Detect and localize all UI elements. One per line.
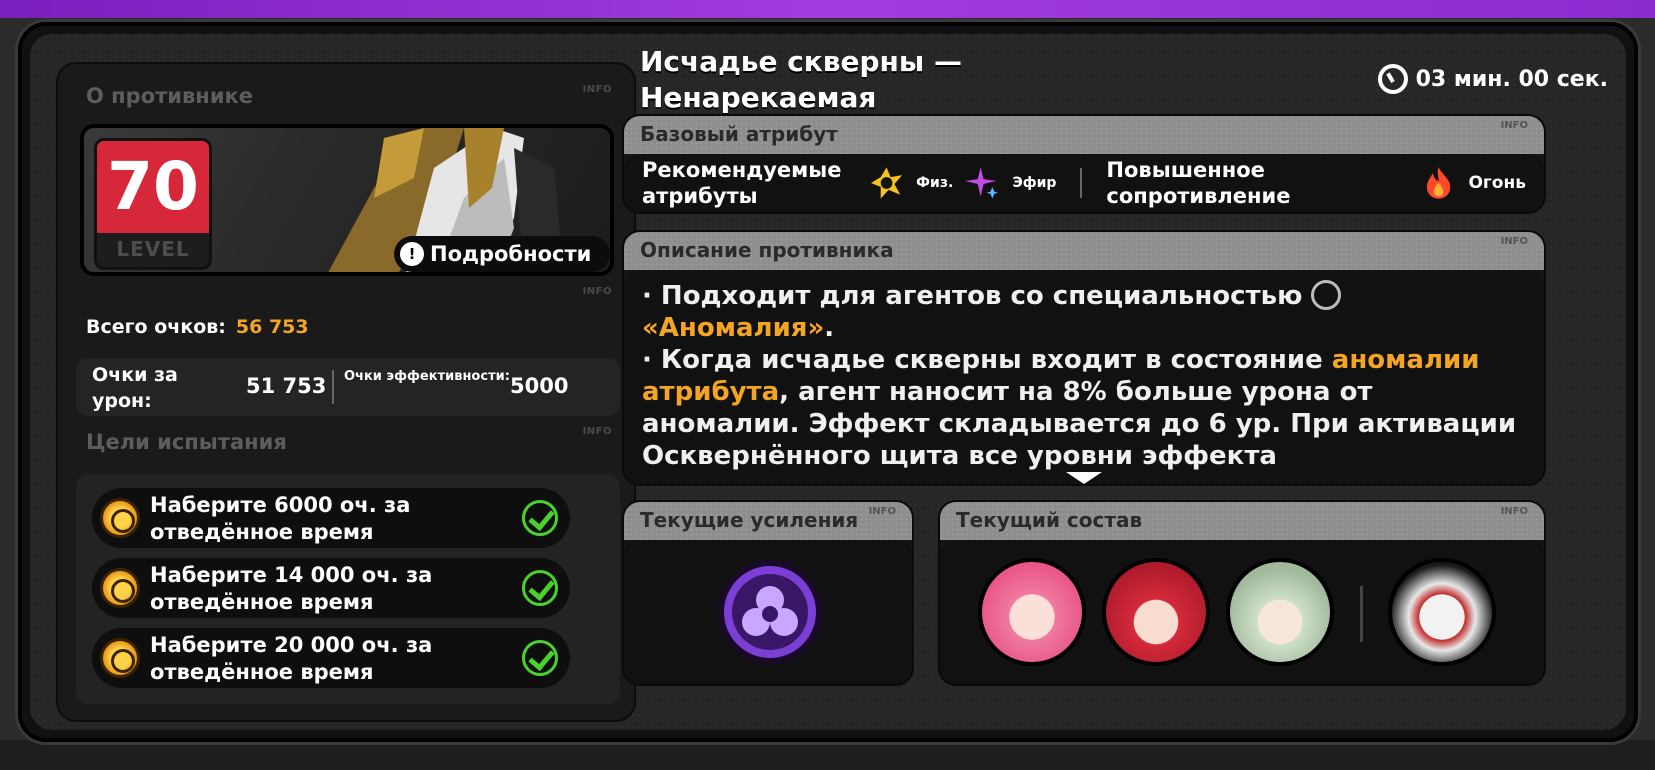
level-badge: 70 LEVEL (94, 138, 212, 270)
attribute-body: Рекомендуемые атрибуты Физ. Эфир Повышен… (624, 154, 1544, 212)
agent-avatar[interactable] (978, 558, 1086, 666)
goal-medal-icon (100, 568, 140, 608)
team-body (940, 540, 1544, 684)
recommended-label: Рекомендуемые атрибуты (642, 158, 842, 208)
panel-inner: О противнике INFO 70 LEVEL ! Подробности… (30, 34, 1626, 730)
description-header-label: Описание противника (640, 238, 894, 262)
timer-value: 03 мин. 00 сек. (1415, 66, 1608, 92)
description-text: · Подходит для агентов со специальностью… (642, 279, 1524, 472)
info-label[interactable]: INFO (1501, 120, 1528, 131)
goal-text: Наберите 20 000 оч. за отведённое время (150, 633, 433, 684)
goal-text: Наберите 14 000 оч. за отведённое время (150, 563, 433, 614)
fire-label: Огонь (1468, 173, 1526, 193)
buffs-card: Текущие усиления INFO (622, 500, 914, 686)
ether-label: Эфир (1012, 175, 1057, 191)
challenge-panel: О противнике INFO 70 LEVEL ! Подробности… (18, 22, 1638, 742)
enemy-section-title: О противнике (86, 84, 254, 108)
buffs-header: Текущие усиления INFO (624, 502, 912, 540)
boss-banner[interactable]: 70 LEVEL ! Подробности (80, 124, 614, 276)
score-breakdown: Очки за урон: 51 753 Очки эффективности:… (76, 358, 620, 416)
description-header: Описание противника INFO (624, 232, 1544, 270)
attribute-header: Базовый атрибут INFO (624, 116, 1544, 154)
check-icon (522, 500, 558, 536)
info-label[interactable]: INFO (583, 84, 612, 95)
buff-icon[interactable] (716, 558, 824, 666)
goal-medal-icon (100, 498, 140, 538)
anomaly-icon (1311, 279, 1342, 310)
damage-score-value: 51 753 (246, 374, 327, 398)
background-strip (0, 740, 1655, 770)
total-score: Всего очков: 56 753 (86, 316, 309, 338)
agent-avatar[interactable] (1102, 558, 1210, 666)
goal-medal-icon (100, 638, 140, 678)
info-label[interactable]: INFO (583, 426, 612, 437)
goal-text: Наберите 6000 оч. за отведённое время (150, 493, 411, 544)
total-score-value: 56 753 (235, 316, 309, 338)
description-line: · Подходит для агентов со специальностью (642, 281, 1303, 311)
team-card: Текущий состав INFO (938, 500, 1546, 686)
efficiency-score-value: 5000 (510, 374, 569, 398)
total-score-label: Всего очков: (86, 316, 226, 338)
alert-icon: ! (400, 242, 424, 266)
info-label[interactable]: INFO (583, 286, 612, 297)
buffs-body (624, 540, 912, 684)
divider (1360, 586, 1363, 642)
resistance-label: Повышенное сопротивление (1106, 158, 1291, 208)
physical-icon (870, 167, 903, 199)
team-header-label: Текущий состав (956, 508, 1143, 532)
ether-icon (965, 167, 999, 199)
timer: 03 мин. 00 сек. (1377, 64, 1608, 94)
timer-icon (1377, 64, 1408, 94)
check-icon (522, 640, 558, 676)
attribute-header-label: Базовый атрибут (640, 122, 838, 146)
bangboo-avatar[interactable] (1388, 558, 1496, 666)
description-highlight: «Аномалия» (642, 313, 825, 343)
info-label[interactable]: INFO (869, 506, 896, 517)
damage-score-label: Очки за урон: (92, 364, 178, 412)
efficiency-score-label: Очки эффективности: (344, 369, 510, 384)
description-card: Описание противника INFO · Подходит для … (622, 230, 1546, 486)
divider (1080, 168, 1083, 198)
enemy-info-panel: О противнике INFO 70 LEVEL ! Подробности… (56, 62, 636, 722)
details-label: Подробности (430, 242, 592, 266)
info-label[interactable]: INFO (1501, 236, 1528, 247)
goal-item: Наберите 20 000 оч. за отведённое время (92, 628, 570, 688)
attribute-card: Базовый атрибут INFO Рекомендуемые атриб… (622, 114, 1546, 214)
level-label: LEVEL (116, 237, 190, 261)
description-body[interactable]: · Подходит для агентов со специальностью… (624, 270, 1544, 484)
divider (332, 370, 334, 404)
buffs-header-label: Текущие усиления (640, 508, 859, 532)
fire-icon (1427, 167, 1451, 199)
scroll-down-icon[interactable] (1066, 472, 1102, 484)
boss-title: Исчадье скверны — Ненарекаемая (640, 45, 962, 114)
check-icon (522, 570, 558, 606)
top-banner (0, 0, 1655, 18)
level-number: 70 (97, 141, 209, 233)
physical-label: Физ. (916, 175, 954, 191)
info-label[interactable]: INFO (1501, 506, 1528, 517)
goals-section-title: Цели испытания (86, 430, 287, 454)
description-line: · Когда исчадье скверны входит в состоян… (642, 345, 1323, 375)
agent-avatar[interactable] (1226, 558, 1334, 666)
goal-item: Наберите 14 000 оч. за отведённое время (92, 558, 570, 618)
goals-list: Наберите 6000 оч. за отведённое время На… (76, 474, 620, 704)
description-line: . (824, 313, 835, 343)
team-header: Текущий состав INFO (940, 502, 1544, 540)
goal-item: Наберите 6000 оч. за отведённое время (92, 488, 570, 548)
details-button[interactable]: ! Подробности (394, 236, 610, 272)
